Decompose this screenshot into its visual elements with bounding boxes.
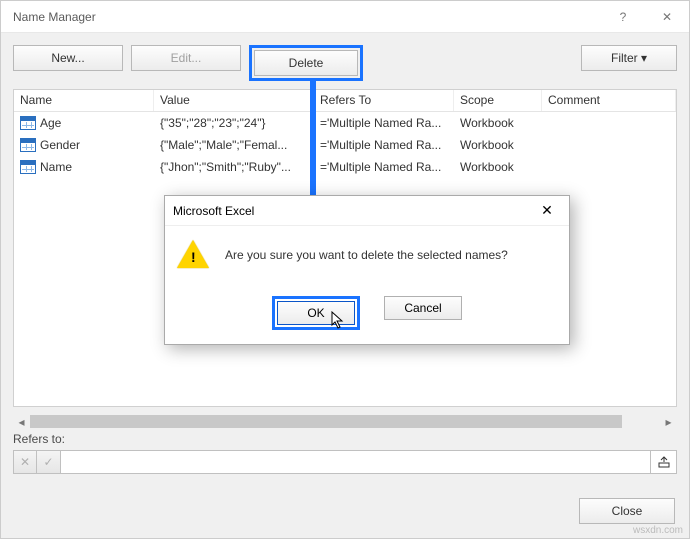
toolbar: New... Edit... Delete Filter ▾: [1, 33, 689, 89]
col-scope[interactable]: Scope: [454, 90, 542, 111]
footer: Close: [579, 498, 675, 524]
cell-refers: ='Multiple Named Ra...: [314, 116, 454, 130]
refers-to-input[interactable]: [61, 450, 651, 474]
ok-highlight: OK: [272, 296, 360, 330]
cell-name: Age: [40, 116, 61, 130]
ok-button[interactable]: OK: [277, 301, 355, 325]
collapse-icon: [658, 456, 670, 468]
table-row[interactable]: Age {"35";"28";"23";"24"} ='Multiple Nam…: [14, 112, 676, 134]
col-value[interactable]: Value: [154, 90, 314, 111]
filter-button[interactable]: Filter ▾: [581, 45, 677, 71]
cell-scope: Workbook: [454, 138, 542, 152]
col-refers[interactable]: Refers To: [314, 90, 454, 111]
cell-scope: Workbook: [454, 160, 542, 174]
close-button[interactable]: Close: [579, 498, 675, 524]
delete-button[interactable]: Delete: [254, 50, 358, 76]
watermark: wsxdn.com: [633, 525, 683, 536]
horizontal-scrollbar[interactable]: ◂ ▸: [13, 413, 677, 430]
col-name[interactable]: Name: [14, 90, 154, 111]
help-icon[interactable]: ?: [601, 1, 645, 33]
new-button[interactable]: New...: [13, 45, 123, 71]
refers-to-section: Refers to: ✕ ✓: [13, 432, 677, 474]
scroll-track[interactable]: [30, 413, 660, 430]
cell-name: Gender: [40, 138, 80, 152]
dialog-title: Microsoft Excel: [173, 204, 254, 218]
refers-to-label: Refers to:: [13, 432, 677, 446]
grid-body: Age {"35";"28";"23";"24"} ='Multiple Nam…: [14, 112, 676, 178]
warning-icon: !: [177, 240, 209, 270]
dialog-titlebar: Microsoft Excel ✕: [165, 196, 569, 226]
cell-refers: ='Multiple Named Ra...: [314, 160, 454, 174]
name-manager-window: Name Manager ? ✕ New... Edit... Delete F…: [0, 0, 690, 539]
scroll-right-icon[interactable]: ▸: [660, 413, 677, 430]
accept-refers-button[interactable]: ✓: [37, 450, 61, 474]
delete-highlight: Delete: [249, 45, 363, 81]
dialog-buttons: OK Cancel: [165, 296, 569, 330]
grid-header: Name Value Refers To Scope Comment: [14, 90, 676, 112]
scroll-thumb[interactable]: [30, 415, 622, 428]
cell-scope: Workbook: [454, 116, 542, 130]
dialog-message: Are you sure you want to delete the sele…: [225, 248, 508, 262]
table-icon: [20, 160, 36, 174]
table-row[interactable]: Gender {"Male";"Male";"Femal... ='Multip…: [14, 134, 676, 156]
col-comment[interactable]: Comment: [542, 90, 676, 111]
cell-refers: ='Multiple Named Ra...: [314, 138, 454, 152]
cell-value: {"Male";"Male";"Femal...: [154, 138, 314, 152]
confirm-dialog: Microsoft Excel ✕ ! Are you sure you wan…: [164, 195, 570, 345]
close-icon[interactable]: ✕: [645, 1, 689, 33]
edit-button[interactable]: Edit...: [131, 45, 241, 71]
cell-name: Name: [40, 160, 72, 174]
dialog-close-icon[interactable]: ✕: [533, 197, 561, 225]
cell-value: {"35";"28";"23";"24"}: [154, 116, 314, 130]
table-icon: [20, 116, 36, 130]
table-icon: [20, 138, 36, 152]
window-title: Name Manager: [13, 10, 96, 24]
cancel-refers-button[interactable]: ✕: [13, 450, 37, 474]
table-row[interactable]: Name {"Jhon";"Smith";"Ruby"... ='Multipl…: [14, 156, 676, 178]
scroll-left-icon[interactable]: ◂: [13, 413, 30, 430]
cancel-button[interactable]: Cancel: [384, 296, 462, 320]
titlebar: Name Manager ? ✕: [1, 1, 689, 33]
range-picker-button[interactable]: [651, 450, 677, 474]
cell-value: {"Jhon";"Smith";"Ruby"...: [154, 160, 314, 174]
